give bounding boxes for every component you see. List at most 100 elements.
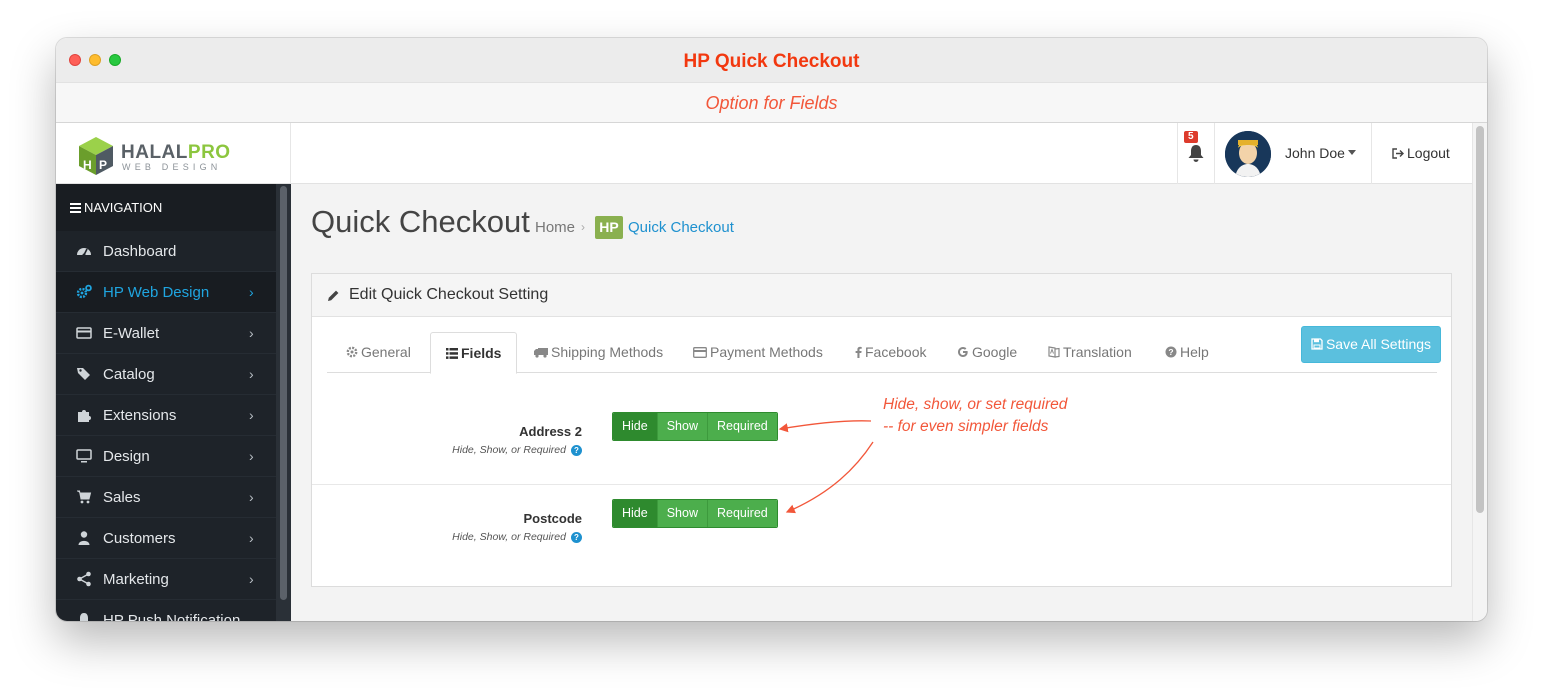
logo-wordmark: HALALPRO bbox=[121, 142, 231, 163]
logo-cube-icon: H P bbox=[79, 137, 113, 175]
floppy-disk-icon bbox=[1311, 338, 1323, 350]
breadcrumb-home-link[interactable]: Home bbox=[535, 219, 575, 236]
sidebar-scrollbar-thumb[interactable] bbox=[280, 186, 287, 600]
postcode-show-button[interactable]: Show bbox=[656, 500, 707, 527]
annotation-line-2: -- for even simpler fields bbox=[883, 418, 1049, 435]
puzzle-icon bbox=[78, 410, 91, 422]
tab-label: Fields bbox=[461, 345, 502, 361]
chevron-right-icon: › bbox=[249, 366, 254, 382]
title-bar: HP Quick Checkout bbox=[56, 38, 1487, 82]
tab-label: Shipping Methods bbox=[551, 344, 664, 360]
sidebar-scrollbar[interactable] bbox=[276, 184, 291, 621]
nav-header-label: NAVIGATION bbox=[84, 200, 163, 215]
chevron-right-icon: › bbox=[249, 448, 254, 464]
gear-icon bbox=[346, 346, 358, 358]
settings-panel: Edit Quick Checkout Setting General Fiel… bbox=[311, 273, 1452, 587]
field-label: Postcode bbox=[523, 511, 582, 526]
tab-label: Payment Methods bbox=[710, 344, 823, 360]
page-scrollbar-thumb[interactable] bbox=[1476, 126, 1484, 513]
help-icon[interactable]: ? bbox=[571, 532, 582, 543]
sidebar-item-dashboard[interactable]: Dashboard bbox=[56, 231, 276, 272]
chevron-right-icon: › bbox=[249, 284, 254, 300]
sidebar-item-extensions[interactable]: Extensions › bbox=[56, 395, 276, 436]
postcode-hide-button[interactable]: Hide bbox=[613, 500, 657, 527]
hamburger-icon bbox=[70, 203, 81, 213]
sidebar-item-label: Dashboard bbox=[103, 243, 177, 260]
sidebar-item-hp-web-design[interactable]: HP Web Design › bbox=[56, 272, 276, 313]
notifications-badge: 5 bbox=[1184, 131, 1198, 143]
credit-card-icon bbox=[76, 327, 92, 339]
avatar bbox=[1225, 131, 1271, 177]
credit-card-icon bbox=[693, 347, 707, 358]
field-help: Hide, Show, or Required? bbox=[452, 444, 582, 456]
row-divider bbox=[312, 484, 1451, 485]
app-window: HP Quick Checkout Option for Fields H P … bbox=[56, 38, 1487, 621]
address-2-show-button[interactable]: Show bbox=[656, 413, 707, 440]
tab-general[interactable]: General bbox=[346, 332, 411, 373]
breadcrumb-current-link[interactable]: Quick Checkout bbox=[628, 219, 734, 236]
subtitle-bar: Option for Fields bbox=[56, 82, 1487, 123]
truck-icon bbox=[534, 348, 548, 358]
window-title: HP Quick Checkout bbox=[683, 51, 860, 72]
sidebar-item-e-wallet[interactable]: E-Wallet › bbox=[56, 313, 276, 354]
tab-fields[interactable]: Fields bbox=[430, 332, 518, 374]
tab-google[interactable]: Google bbox=[957, 332, 1017, 373]
svg-text:H: H bbox=[83, 158, 92, 172]
logout-label: Logout bbox=[1407, 145, 1450, 161]
sidebar-item-catalog[interactable]: Catalog › bbox=[56, 354, 276, 395]
chevron-right-icon: › bbox=[249, 530, 254, 546]
sidebar-item-design[interactable]: Design › bbox=[56, 436, 276, 477]
pencil-icon bbox=[328, 290, 339, 301]
tags-icon bbox=[77, 368, 90, 380]
user-name: John Doe bbox=[1285, 145, 1345, 161]
chevron-right-icon: › bbox=[249, 571, 254, 587]
help-icon[interactable]: ? bbox=[571, 445, 582, 456]
nav-header[interactable]: NAVIGATION bbox=[56, 184, 276, 231]
list-icon bbox=[446, 348, 458, 359]
address-2-required-button[interactable]: Required bbox=[707, 413, 777, 440]
tab-label: Google bbox=[972, 344, 1018, 360]
user-icon bbox=[78, 531, 90, 545]
tab-payment-methods[interactable]: Payment Methods bbox=[693, 332, 823, 373]
sidebar-item-label: Extensions bbox=[103, 407, 177, 424]
bell-icon bbox=[1188, 145, 1204, 162]
field-label: Address 2 bbox=[519, 424, 582, 439]
postcode-required-button[interactable]: Required bbox=[707, 500, 777, 527]
settings-tabs: General Fields Shipping Methods Payment … bbox=[327, 332, 1437, 374]
svg-text:?: ? bbox=[1168, 347, 1173, 357]
breadcrumb-separator: › bbox=[581, 220, 585, 234]
save-all-settings-label: Save All Settings bbox=[1325, 336, 1432, 352]
question-icon: ? bbox=[1165, 346, 1177, 358]
annotation-note: Hide, show, or set required -- for even … bbox=[883, 394, 1067, 438]
sidebar-item-label: HP Push Notification bbox=[103, 612, 241, 621]
notifications-button[interactable]: 5 bbox=[1177, 123, 1215, 184]
tab-label: General bbox=[361, 344, 411, 360]
logo[interactable]: H P HALALPRO WEB DESIGN bbox=[56, 123, 291, 184]
tab-translation[interactable]: Translation bbox=[1048, 332, 1132, 373]
cogs-icon bbox=[76, 284, 92, 299]
sidebar-item-label: Marketing bbox=[103, 571, 169, 588]
page-scrollbar[interactable] bbox=[1472, 123, 1487, 621]
top-header: H P HALALPRO WEB DESIGN 5 John Doe Logou… bbox=[56, 123, 1472, 184]
tab-help[interactable]: ? Help bbox=[1165, 332, 1209, 373]
svg-text:P: P bbox=[99, 158, 107, 172]
logout-button[interactable]: Logout bbox=[1392, 145, 1450, 161]
sidebar-item-hp-push-notification[interactable]: HP Push Notification bbox=[56, 600, 276, 621]
chevron-down-icon bbox=[1348, 150, 1356, 155]
sidebar-item-sales[interactable]: Sales › bbox=[56, 477, 276, 518]
tab-shipping-methods[interactable]: Shipping Methods bbox=[534, 332, 663, 373]
user-menu[interactable]: John Doe bbox=[1215, 123, 1372, 184]
sidebar-item-customers[interactable]: Customers › bbox=[56, 518, 276, 559]
page-title: Quick Checkout bbox=[311, 204, 530, 239]
save-all-settings-button[interactable]: Save All Settings bbox=[1301, 326, 1441, 363]
sidebar-item-label: E-Wallet bbox=[103, 325, 160, 342]
tab-facebook[interactable]: Facebook bbox=[855, 332, 926, 373]
address-2-hide-button[interactable]: Hide bbox=[613, 413, 657, 440]
translate-icon bbox=[1048, 346, 1060, 358]
sidebar-item-label: HP Web Design bbox=[103, 284, 210, 301]
postcode-toggle-group: Hide Show Required bbox=[612, 499, 778, 528]
tab-label: Facebook bbox=[865, 344, 927, 360]
main-content: Quick Checkout Home › HP Quick Checkout … bbox=[291, 184, 1472, 621]
panel-heading-label: Edit Quick Checkout Setting bbox=[349, 286, 549, 303]
sidebar-item-marketing[interactable]: Marketing › bbox=[56, 559, 276, 600]
